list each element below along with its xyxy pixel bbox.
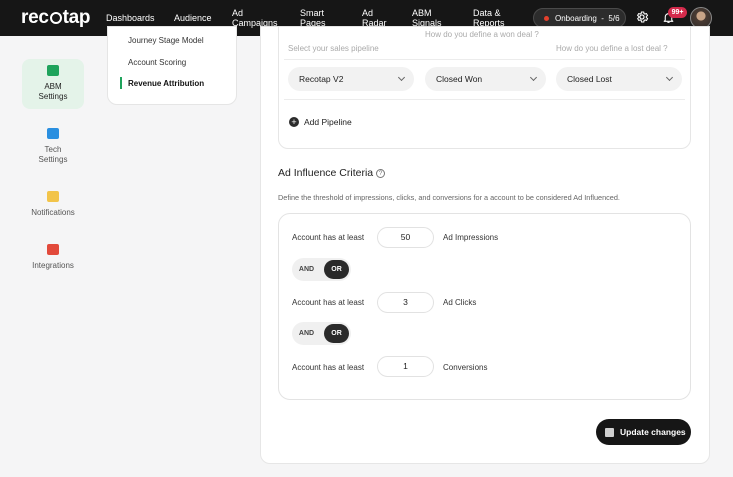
logo-o-mark	[49, 12, 62, 24]
criteria-row-unit: Ad Impressions	[443, 233, 499, 242]
onboarding-separator: -	[599, 14, 607, 23]
nav-data-reports[interactable]: Data & Reports	[473, 8, 505, 28]
add-pipeline-plus-icon[interactable]: +	[289, 117, 299, 127]
onboarding-status-dot	[544, 16, 549, 21]
add-pipeline-button[interactable]: Add Pipeline	[304, 117, 352, 127]
clicks-threshold-input[interactable]: 3	[377, 292, 434, 313]
or-option[interactable]: OR	[324, 260, 349, 279]
won-deal-column-label: How do you define a won deal ?	[425, 30, 539, 39]
nav-audience[interactable]: Audience	[174, 13, 212, 23]
active-submenu-indicator	[120, 77, 122, 89]
submenu-journey-stage-model[interactable]: Journey Stage Model	[128, 36, 204, 45]
or-option[interactable]: OR	[324, 324, 349, 343]
and-option[interactable]: AND	[294, 260, 319, 279]
and-or-toggle: AND OR	[292, 258, 351, 281]
notifications-icon	[47, 191, 59, 202]
ad-influence-description: Define the threshold of impressions, cli…	[278, 193, 620, 202]
sidebar-item-integrations[interactable]: Integrations	[16, 261, 90, 271]
nav-smart-pages[interactable]: Smart Pages	[300, 8, 326, 28]
and-or-toggle: AND OR	[292, 322, 351, 345]
save-icon	[605, 428, 614, 437]
criteria-row-unit: Ad Clicks	[443, 298, 477, 307]
onboarding-progress-button[interactable]: Onboarding - 5/6	[533, 8, 626, 28]
recotap-logo[interactable]: rec tap	[21, 7, 91, 29]
notification-count-badge: 99+	[668, 7, 687, 18]
and-option[interactable]: AND	[294, 324, 319, 343]
help-icon[interactable]: ?	[376, 169, 385, 178]
onboarding-count: 5/6	[608, 14, 620, 23]
divider	[284, 99, 685, 100]
criteria-row-label: Account has at least	[292, 298, 365, 307]
conversions-threshold-input[interactable]: 1	[377, 356, 434, 377]
chevron-down-icon	[397, 73, 406, 82]
pipeline-column-label: Select your sales pipeline	[288, 44, 379, 53]
chevron-down-icon	[665, 73, 674, 82]
sidebar-item-notifications[interactable]: Notifications	[16, 208, 90, 218]
submenu-account-scoring[interactable]: Account Scoring	[128, 58, 186, 67]
divider	[284, 59, 685, 60]
tech-settings-icon	[47, 128, 59, 139]
abm-settings-icon	[47, 65, 59, 76]
ad-influence-criteria-title: Ad Influence Criteria	[278, 167, 374, 179]
submenu-revenue-attribution[interactable]: Revenue Attribution	[128, 79, 204, 88]
lost-deal-select[interactable]: Closed Lost	[556, 67, 682, 91]
criteria-row-unit: Conversions	[443, 363, 488, 372]
sidebar-item-tech-settings[interactable]: Tech Settings	[20, 145, 86, 165]
sidebar-label-abm-settings: ABM Settings	[38, 82, 68, 101]
onboarding-label: Onboarding	[555, 14, 597, 23]
nav-ad-radar[interactable]: Ad Radar	[362, 8, 387, 28]
nav-dashboards[interactable]: Dashboards	[106, 13, 155, 23]
nav-ad-campaigns[interactable]: Ad Campaigns	[232, 8, 278, 28]
criteria-row-label: Account has at least	[292, 363, 365, 372]
impressions-threshold-input[interactable]: 50	[377, 227, 434, 248]
settings-gear-icon[interactable]	[635, 10, 649, 24]
integrations-icon	[47, 244, 59, 255]
sales-pipeline-select[interactable]: Recotap V2	[288, 67, 414, 91]
criteria-row-label: Account has at least	[292, 233, 365, 242]
nav-abm-signals[interactable]: ABM Signals	[412, 8, 442, 28]
lost-deal-column-label: How do you define a lost deal ?	[556, 44, 668, 53]
won-deal-select[interactable]: Closed Won	[425, 67, 546, 91]
chevron-down-icon	[529, 73, 538, 82]
